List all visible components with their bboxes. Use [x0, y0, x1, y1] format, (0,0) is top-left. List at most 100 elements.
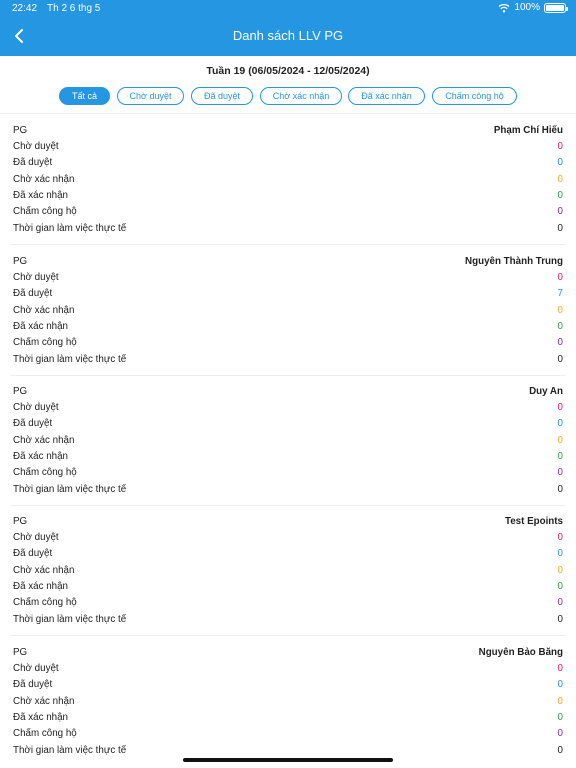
pg-card[interactable]: PG Duy An Chờ duyệt 0 Đã duyệt 0 Chờ xác…	[0, 384, 576, 514]
app-header: 22:42 Th 2 6 thg 5 100% Danh sách LLV PG	[0, 0, 576, 56]
confirmed-label: Đã xác nhận	[13, 581, 69, 592]
tab-approved[interactable]: Đã duyệt	[191, 87, 253, 105]
pending-label: Chờ duyệt	[13, 141, 59, 152]
pg-row: PG Test Epoints	[0, 514, 576, 530]
confirmed-value: 0	[557, 712, 563, 723]
battery-percent: 100%	[514, 2, 540, 13]
awaiting-confirm-row: Chờ xác nhận 0	[0, 433, 576, 449]
pending-value: 0	[557, 141, 563, 152]
status-date: Th 2 6 thg 5	[47, 3, 101, 14]
awaiting-confirm-value: 0	[557, 174, 563, 185]
proxy-attendance-label: Chấm công hộ	[13, 597, 77, 608]
actual-time-label: Thời gian làm việc thực tế	[13, 745, 127, 756]
pg-card[interactable]: PG Nguyên Bảo Băng Chờ duyệt 0 Đã duyệt …	[0, 645, 576, 760]
awaiting-confirm-label: Chờ xác nhận	[13, 565, 75, 576]
proxy-attendance-row: Chấm công hộ 0	[0, 726, 576, 742]
filter-tabs: Tất cả Chờ duyệt Đã duyệt Chờ xác nhận Đ…	[0, 87, 576, 105]
pending-value: 0	[557, 402, 563, 413]
confirmed-row: Đã xác nhận 0	[0, 579, 576, 595]
proxy-attendance-value: 0	[557, 467, 563, 478]
pending-label: Chờ duyệt	[13, 663, 59, 674]
actual-time-label: Thời gian làm việc thực tế	[13, 484, 127, 495]
actual-time-label: Thời gian làm việc thực tế	[13, 354, 127, 365]
approved-row: Đã duyệt 0	[0, 416, 576, 432]
actual-time-value: 0	[557, 614, 563, 625]
awaiting-confirm-value: 0	[557, 696, 563, 707]
pg-name: Phạm Chí Hiếu	[493, 125, 563, 136]
pg-row: PG Duy An	[0, 384, 576, 400]
tab-proxy-attendance[interactable]: Chấm công hộ	[432, 87, 517, 105]
pending-value: 0	[557, 272, 563, 283]
approved-row: Đã duyệt 0	[0, 677, 576, 693]
confirmed-row: Đã xác nhận 0	[0, 319, 576, 335]
status-right: 100%	[498, 2, 568, 13]
pending-value: 0	[557, 532, 563, 543]
pending-row: Chờ duyệt 0	[0, 400, 576, 416]
awaiting-confirm-row: Chờ xác nhận 0	[0, 172, 576, 188]
awaiting-confirm-row: Chờ xác nhận 0	[0, 303, 576, 319]
tab-awaiting-confirm[interactable]: Chờ xác nhận	[260, 87, 342, 105]
status-bar: 22:42 Th 2 6 thg 5 100%	[0, 0, 576, 16]
card-divider	[10, 635, 566, 636]
confirmed-label: Đã xác nhận	[13, 712, 69, 723]
pg-name: Duy An	[529, 386, 563, 397]
pg-label: PG	[13, 516, 28, 527]
tab-confirmed[interactable]: Đã xác nhận	[348, 87, 425, 105]
approved-label: Đã duyệt	[13, 157, 53, 168]
tab-all[interactable]: Tất cả	[59, 87, 110, 105]
actual-time-row: Thời gian làm việc thực tế 0	[0, 221, 576, 237]
home-indicator[interactable]	[183, 758, 393, 762]
card-divider	[10, 375, 566, 376]
pg-label: PG	[13, 256, 28, 267]
approved-label: Đã duyệt	[13, 418, 53, 429]
actual-time-value: 0	[557, 484, 563, 495]
awaiting-confirm-row: Chờ xác nhận 0	[0, 563, 576, 579]
actual-time-value: 0	[557, 223, 563, 234]
proxy-attendance-row: Chấm công hộ 0	[0, 335, 576, 351]
approved-label: Đã duyệt	[13, 679, 53, 690]
confirmed-value: 0	[557, 321, 563, 332]
pending-label: Chờ duyệt	[13, 272, 59, 283]
card-divider	[10, 244, 566, 245]
approved-label: Đã duyệt	[13, 288, 53, 299]
pg-row: PG Phạm Chí Hiếu	[0, 123, 576, 139]
pg-row: PG Nguyên Bảo Băng	[0, 645, 576, 661]
tab-pending[interactable]: Chờ duyệt	[117, 87, 184, 105]
approved-value: 0	[557, 418, 563, 429]
battery-icon	[544, 2, 568, 13]
pending-row: Chờ duyệt 0	[0, 530, 576, 546]
pg-card[interactable]: PG Nguyên Thành Trung Chờ duyệt 0 Đã duy…	[0, 254, 576, 384]
pg-card[interactable]: PG Phạm Chí Hiếu Chờ duyệt 0 Đã duyệt 0 …	[0, 123, 576, 253]
actual-time-row: Thời gian làm việc thực tế 0	[0, 352, 576, 368]
proxy-attendance-row: Chấm công hộ 0	[0, 465, 576, 481]
pg-card[interactable]: PG Test Epoints Chờ duyệt 0 Đã duyệt 0 C…	[0, 514, 576, 644]
proxy-attendance-label: Chấm công hộ	[13, 337, 77, 348]
awaiting-confirm-value: 0	[557, 565, 563, 576]
confirmed-value: 0	[557, 451, 563, 462]
pg-label: PG	[13, 386, 28, 397]
pending-row: Chờ duyệt 0	[0, 661, 576, 677]
pg-row: PG Nguyên Thành Trung	[0, 254, 576, 270]
confirmed-value: 0	[557, 190, 563, 201]
page-title: Danh sách LLV PG	[232, 28, 344, 43]
actual-time-row: Thời gian làm việc thực tế 0	[0, 743, 576, 759]
proxy-attendance-label: Chấm công hộ	[13, 728, 77, 739]
awaiting-confirm-value: 0	[557, 305, 563, 316]
pg-name: Nguyên Thành Trung	[465, 256, 563, 267]
pg-label: PG	[13, 647, 28, 658]
approved-row: Đã duyệt 0	[0, 155, 576, 171]
approved-value: 7	[557, 288, 563, 299]
approved-value: 0	[557, 679, 563, 690]
pg-name: Test Epoints	[504, 516, 563, 527]
status-time: 22:42	[12, 3, 38, 14]
confirmed-label: Đã xác nhận	[13, 321, 69, 332]
actual-time-row: Thời gian làm việc thực tế 0	[0, 482, 576, 498]
awaiting-confirm-label: Chờ xác nhận	[13, 696, 75, 707]
pending-row: Chờ duyệt 0	[0, 270, 576, 286]
pending-value: 0	[557, 663, 563, 674]
pg-name: Nguyên Bảo Băng	[478, 647, 563, 658]
confirmed-label: Đã xác nhận	[13, 451, 69, 462]
approved-value: 0	[557, 548, 563, 559]
pending-row: Chờ duyệt 0	[0, 139, 576, 155]
proxy-attendance-row: Chấm công hộ 0	[0, 595, 576, 611]
